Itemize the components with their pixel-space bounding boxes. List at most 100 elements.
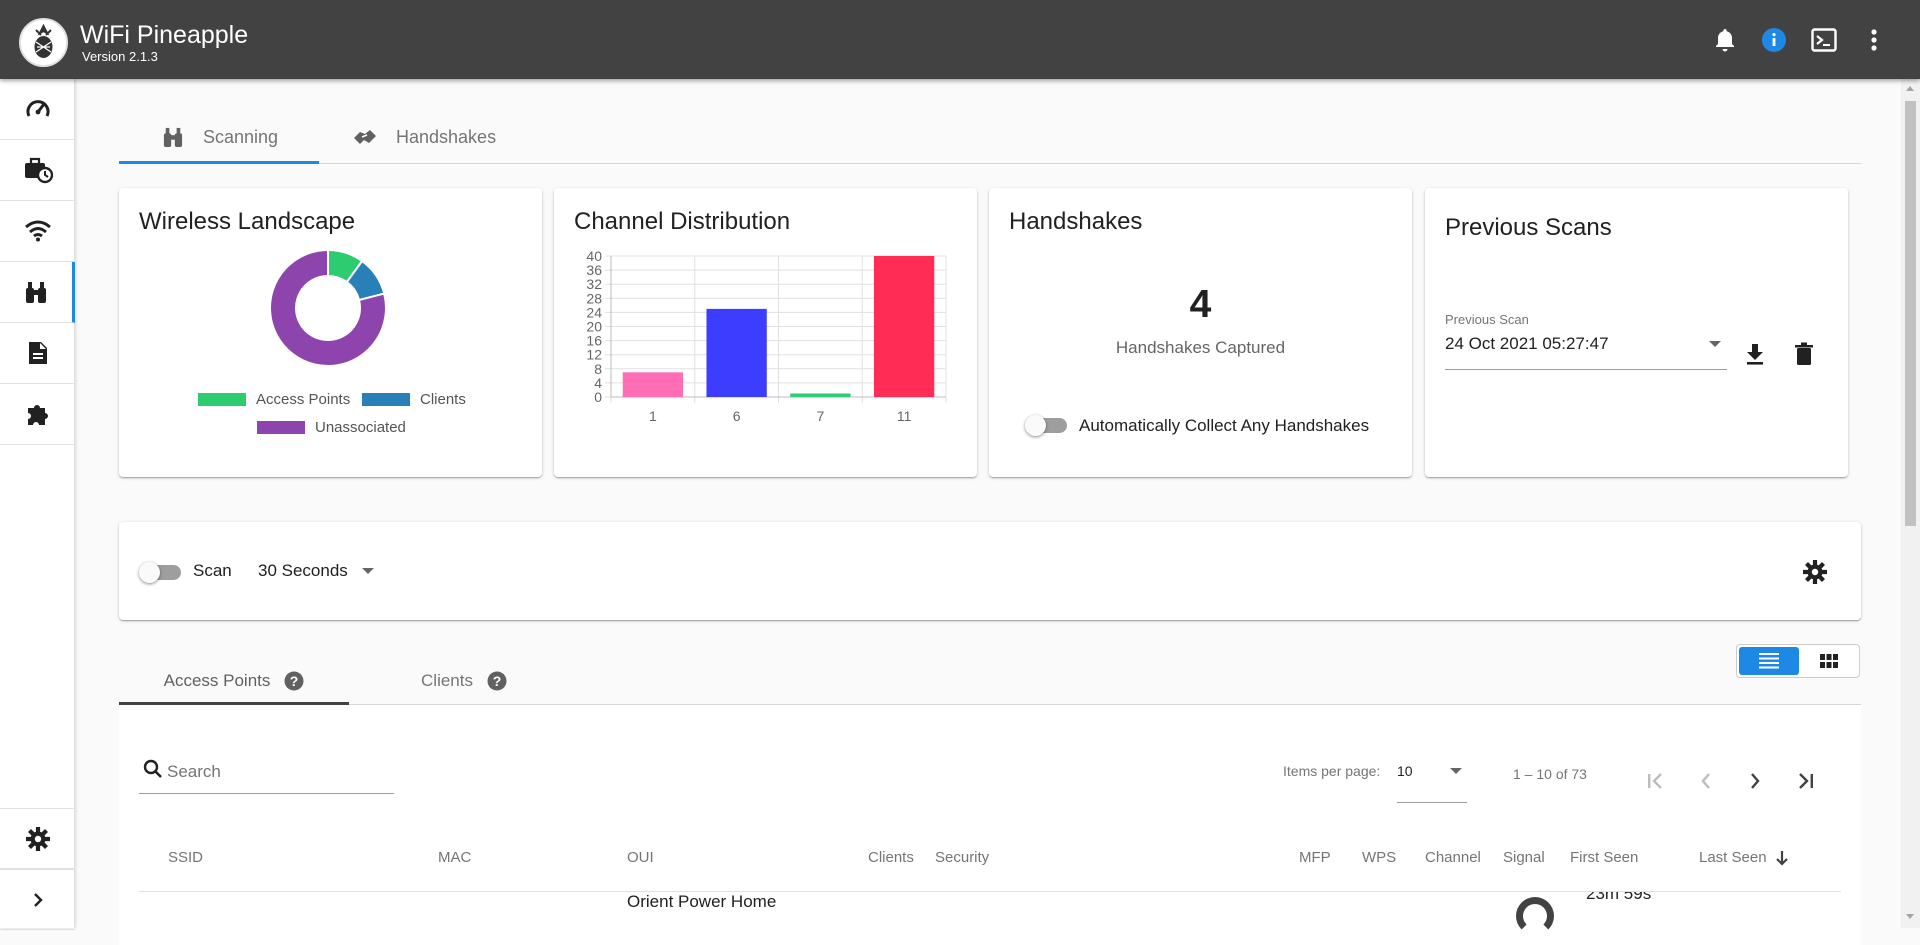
y-tick-label: 24 — [586, 304, 602, 320]
x-tick-label: 6 — [733, 408, 741, 424]
legend-swatch-clients — [362, 393, 410, 406]
x-tick-label: 1 — [649, 408, 657, 424]
gear-icon — [1803, 560, 1827, 584]
bell-icon[interactable] — [1709, 24, 1741, 56]
page-scrollbar[interactable] — [1901, 79, 1920, 928]
search-field[interactable] — [139, 758, 394, 794]
sidebar-item-settings[interactable] — [0, 808, 75, 869]
column-header-mfp[interactable]: MFP — [1299, 849, 1331, 866]
previous-scan-field-label: Previous Scan — [1445, 312, 1529, 327]
sidebar-expand-toggle[interactable] — [0, 869, 75, 930]
chevron-left-icon — [1701, 773, 1710, 789]
sidebar-item-modules[interactable] — [0, 384, 75, 445]
tab-scanning-label: Scanning — [203, 126, 279, 147]
tab-bar-divider — [119, 163, 1861, 164]
svg-text:?: ? — [290, 673, 299, 689]
sidebar-item-campaigns[interactable] — [0, 140, 75, 201]
scroll-thumb[interactable] — [1905, 101, 1916, 526]
chevron-right-icon — [33, 892, 43, 907]
column-header-last-seen[interactable]: Last Seen — [1699, 849, 1789, 866]
delete-scan-button[interactable] — [1790, 340, 1818, 368]
channel-distribution-chart: 04812162024283236401 6 7 11 — [586, 248, 947, 424]
more-vert-icon[interactable] — [1858, 24, 1890, 56]
column-header-mac[interactable]: MAC — [438, 849, 471, 866]
table-row[interactable]: Orient Power Home 23m 59s — [119, 892, 1861, 932]
scan-toggle-knob — [139, 562, 160, 583]
info-icon[interactable] — [1758, 24, 1790, 56]
settings-gear-icon — [25, 826, 50, 851]
y-tick-label: 32 — [586, 276, 602, 292]
auto-collect-toggle[interactable] — [1025, 415, 1069, 436]
scan-control-card: Scan 30 Seconds — [119, 522, 1861, 620]
handshakes-title: Handshakes — [1009, 208, 1143, 235]
handshakes-count: 4 — [1189, 283, 1212, 326]
results-tab-access-points[interactable]: Access Points ? — [119, 658, 349, 704]
y-tick-label: 12 — [586, 347, 602, 363]
wifi-icon — [24, 220, 51, 242]
column-header-wps[interactable]: WPS — [1362, 849, 1396, 866]
last-page-button[interactable] — [1787, 763, 1823, 799]
search-input[interactable] — [167, 762, 387, 782]
previous-scan-select[interactable]: 24 Oct 2021 05:27:47 — [1445, 334, 1727, 370]
pagination-range: 1 – 10 of 73 — [1513, 766, 1587, 782]
sidebar-item-dashboard[interactable] — [0, 79, 75, 140]
y-tick-label: 28 — [586, 290, 602, 306]
scroll-down-arrow[interactable] — [1906, 914, 1914, 919]
handshakes-caption: Handshakes Captured — [1115, 338, 1286, 357]
column-header-oui[interactable]: OUI — [627, 849, 654, 866]
download-scan-button[interactable] — [1741, 340, 1769, 368]
scroll-up-arrow[interactable] — [1906, 86, 1914, 91]
y-tick-label: 0 — [594, 389, 602, 405]
scan-duration-select[interactable]: 30 Seconds — [258, 555, 388, 587]
y-tick-label: 16 — [586, 333, 602, 349]
column-header-clients[interactable]: Clients — [868, 849, 914, 866]
items-per-page-select[interactable]: 10 — [1397, 759, 1467, 803]
sort-descending-arrow-icon — [1775, 850, 1788, 866]
speedometer-icon — [26, 100, 49, 117]
channel-distribution-title: Channel Distribution — [574, 208, 791, 235]
top-app-bar: WiFi Pineapple Version 2.1.3 — [0, 0, 1920, 79]
legend-label-unassociated: Unassociated — [315, 419, 406, 436]
sidebar — [0, 79, 75, 930]
chevron-right-icon — [1751, 773, 1760, 789]
column-header-security[interactable]: Security — [935, 849, 989, 866]
legend-label-clients: Clients — [420, 391, 466, 408]
column-header-signal[interactable]: Signal — [1503, 849, 1545, 866]
results-tab-access-points-label: Access Points — [163, 671, 271, 690]
previous-scans-title: Previous Scans — [1445, 214, 1612, 241]
help-circle-icon[interactable]: ? — [284, 671, 304, 691]
first-page-button[interactable] — [1638, 763, 1674, 799]
results-tab-clients[interactable]: Clients ? — [349, 658, 579, 704]
view-mode-toggle — [1736, 644, 1860, 678]
scan-duration-value: 30 Seconds — [258, 561, 348, 580]
tab-handshakes[interactable]: Handshakes — [352, 111, 496, 163]
sidebar-item-wifi[interactable] — [0, 201, 75, 262]
tab-scanning[interactable]: Scanning — [163, 111, 278, 163]
help-circle-icon[interactable]: ? — [487, 671, 507, 691]
scan-settings-button[interactable] — [1801, 558, 1829, 586]
sidebar-item-recon[interactable] — [0, 262, 75, 323]
document-icon — [28, 342, 47, 364]
bar-channel-6 — [706, 308, 767, 397]
column-header-last-seen-label: Last Seen — [1699, 849, 1767, 866]
column-header-ssid[interactable]: SSID — [168, 849, 203, 866]
first-page-icon — [1648, 773, 1662, 789]
x-tick-label: 7 — [816, 408, 824, 424]
auto-collect-label: Automatically Collect Any Handshakes — [1079, 416, 1370, 435]
grid-view-icon — [1820, 654, 1838, 668]
y-tick-label: 4 — [594, 375, 602, 391]
search-icon — [143, 759, 162, 778]
list-view-button[interactable] — [1739, 647, 1799, 675]
previous-page-button[interactable] — [1688, 763, 1724, 799]
next-page-button[interactable] — [1737, 763, 1773, 799]
terminal-icon[interactable] — [1808, 24, 1840, 56]
grid-view-button[interactable] — [1799, 647, 1859, 675]
scan-toggle[interactable] — [139, 562, 183, 583]
column-header-first-seen[interactable]: First Seen — [1570, 849, 1638, 866]
handshake-icon — [354, 130, 376, 144]
binoculars-icon — [26, 282, 46, 303]
column-header-channel[interactable]: Channel — [1425, 849, 1481, 866]
cell-oui: Orient Power Home — [627, 892, 777, 911]
y-tick-label: 36 — [586, 262, 602, 278]
sidebar-item-reports[interactable] — [0, 323, 75, 384]
